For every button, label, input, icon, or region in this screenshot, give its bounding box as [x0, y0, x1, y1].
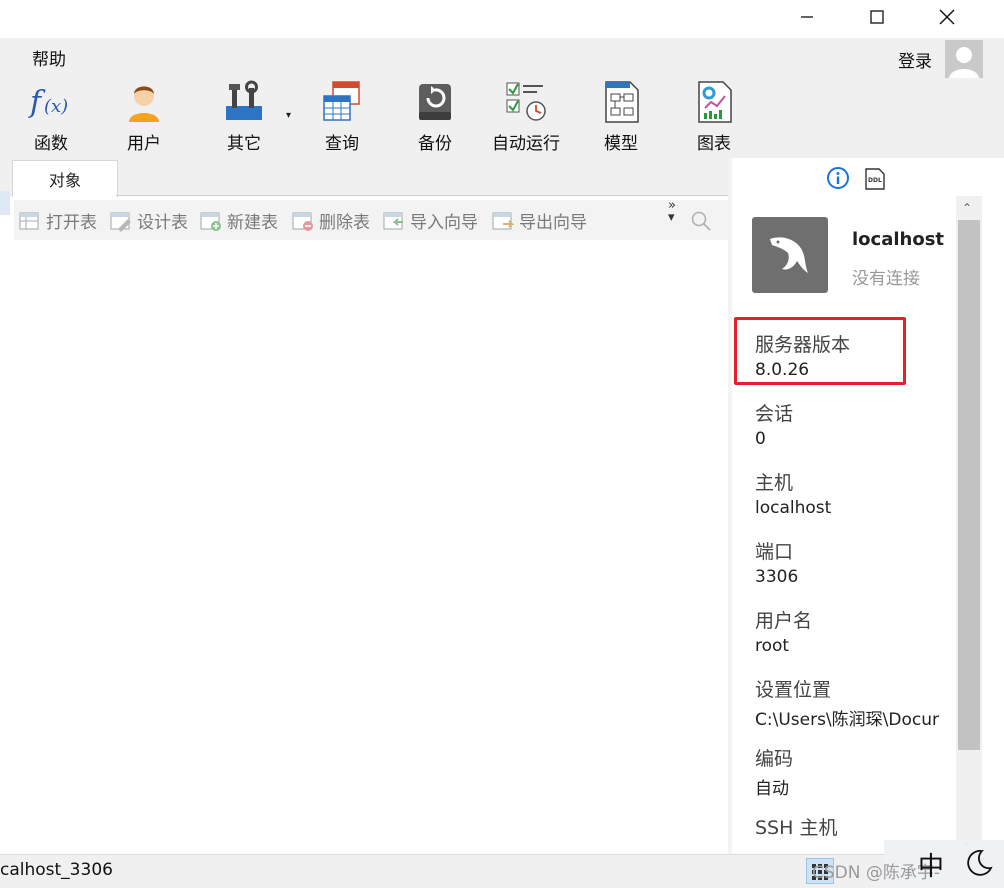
toolbar-user-button[interactable]: 用户: [121, 78, 167, 154]
close-icon: [939, 9, 955, 25]
chart-icon: [691, 78, 737, 124]
tab-divider: [116, 195, 728, 196]
ddl-tab-button[interactable]: DDL: [864, 168, 886, 194]
open-table-label: 打开表: [46, 213, 97, 233]
table-design-icon: [110, 212, 131, 232]
object-list[interactable]: [14, 240, 728, 854]
design-table-label: 设计表: [137, 213, 188, 233]
import-wizard-label: 导入向导: [410, 213, 478, 233]
table-open-icon: [19, 212, 39, 229]
model-icon: [598, 78, 644, 124]
function-icon: f (x): [28, 78, 74, 124]
toolbar-others-button[interactable]: 其它: [221, 78, 267, 154]
delete-table-label: 删除表: [319, 213, 370, 233]
export-wizard-label: 导出向导: [519, 213, 587, 233]
table-new-icon: [200, 212, 221, 231]
maximize-icon: [870, 10, 884, 24]
minimize-icon: [801, 16, 813, 18]
open-table-button[interactable]: 打开表: [19, 208, 97, 233]
toolbar-label: 其它: [227, 134, 261, 154]
svg-text:(x): (x): [44, 96, 68, 117]
connection-name: localhost_: [852, 229, 944, 250]
scroll-up-arrow[interactable]: ⌃: [962, 201, 972, 215]
backup-icon: [412, 78, 458, 124]
info-tab-button[interactable]: [826, 166, 850, 194]
query-icon: [319, 78, 365, 124]
navigator-edge: [0, 191, 10, 215]
annotation-highlight-box: [734, 317, 906, 385]
property-label: 端口: [755, 541, 794, 563]
design-table-button[interactable]: 设计表: [110, 208, 188, 233]
avatar-icon: [949, 47, 979, 78]
others-dropdown-arrow[interactable]: ▾: [286, 110, 291, 121]
object-search-button[interactable]: [690, 210, 712, 236]
ime-mode-toggle[interactable]: 中: [918, 846, 944, 883]
menu-help[interactable]: 帮助: [32, 45, 66, 70]
property-label: 用户名: [755, 610, 813, 632]
tools-icon: [221, 78, 267, 124]
automation-icon: [503, 78, 549, 124]
avatar[interactable]: [945, 40, 983, 78]
toolbar-backup-button[interactable]: 备份: [412, 78, 458, 154]
new-table-label: 新建表: [227, 213, 278, 233]
property-value: C:\Users\陈润琛\Docur: [755, 710, 939, 730]
maximize-button[interactable]: [854, 0, 900, 34]
property-label: 主机: [755, 472, 794, 494]
toolbar-function-button[interactable]: f (x) 函数: [28, 78, 74, 154]
search-icon: [691, 211, 711, 231]
toolbar-label: 用户: [127, 134, 161, 154]
property-value: 3306: [755, 567, 799, 587]
property-value: localhost: [755, 498, 832, 518]
toolbar-overflow-button[interactable]: » ▾: [668, 199, 676, 224]
minimize-button[interactable]: [784, 0, 830, 34]
export-wizard-button[interactable]: 导出向导: [492, 208, 587, 233]
toolbar-label: 备份: [418, 134, 452, 154]
info-icon: [827, 167, 849, 189]
toolbar-query-button[interactable]: 查询: [319, 78, 365, 154]
tab-objects[interactable]: 对象: [12, 160, 118, 197]
ime-theme-button[interactable]: [964, 848, 994, 882]
status-connection: calhost_3306: [0, 860, 113, 880]
import-wizard-button[interactable]: 导入向导: [383, 208, 478, 233]
toolbar-label: 图表: [697, 134, 731, 154]
toolbar-label: 模型: [604, 134, 638, 154]
ddl-icon: DDL: [865, 168, 885, 190]
export-icon: [492, 212, 514, 229]
close-button[interactable]: [924, 0, 970, 34]
moon-icon: [967, 849, 993, 876]
property-value: 0: [755, 429, 766, 449]
toolbar-automation-button[interactable]: 自动运行: [492, 78, 560, 154]
property-label: 编码: [755, 748, 794, 770]
property-label: 会话: [755, 403, 794, 425]
toolbar-chart-button[interactable]: 图表: [691, 78, 737, 154]
toolbar-label: 函数: [34, 134, 68, 154]
toolbar-label: 查询: [325, 134, 359, 154]
toolbar-model-button[interactable]: 模型: [598, 78, 644, 154]
connection-status: 没有连接: [852, 269, 920, 289]
toolbar-label: 自动运行: [492, 134, 560, 154]
login-link[interactable]: 登录: [898, 47, 932, 72]
table-delete-icon: [292, 212, 313, 231]
new-table-button[interactable]: 新建表: [200, 208, 278, 233]
property-label: 设置位置: [755, 679, 832, 701]
property-label: SSH 主机: [755, 817, 838, 839]
user-icon: [121, 78, 167, 124]
delete-table-button[interactable]: 删除表: [292, 208, 370, 233]
scrollbar-thumb[interactable]: [958, 220, 980, 750]
property-value: 自动: [755, 779, 789, 799]
dolphin-icon: [770, 237, 808, 273]
svg-text:DDL: DDL: [868, 177, 882, 184]
import-icon: [383, 212, 403, 229]
property-value: root: [755, 636, 790, 656]
connection-logo: [752, 217, 828, 293]
